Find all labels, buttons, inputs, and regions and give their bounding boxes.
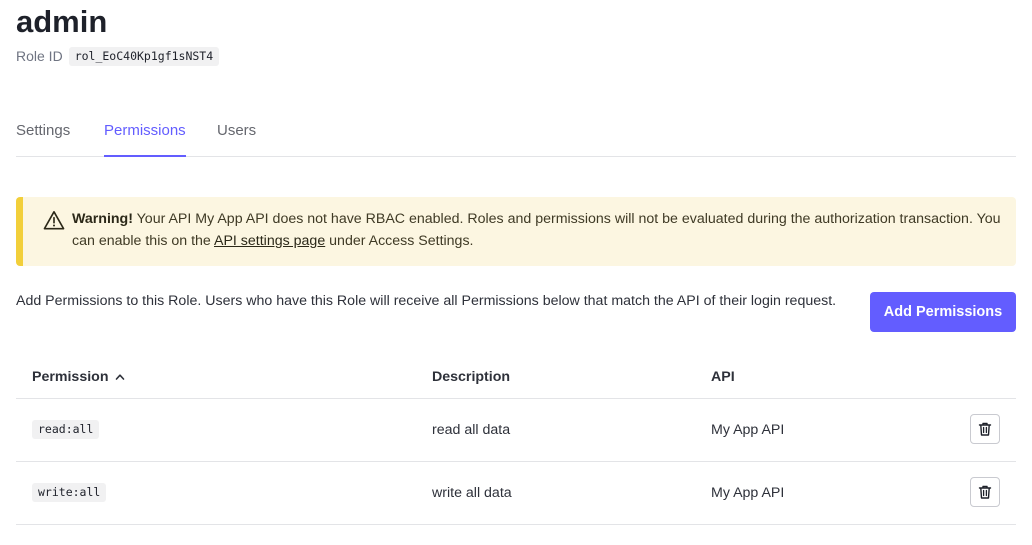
role-id-value: rol_EoC40Kp1gf1sNST4 <box>68 46 220 66</box>
warning-label: Warning! <box>72 211 133 227</box>
permission-header-label: Permission <box>32 369 109 385</box>
tab-settings[interactable]: Settings <box>16 122 70 156</box>
role-id-row: Role ID rol_EoC40Kp1gf1sNST4 <box>16 46 220 66</box>
sort-ascending-icon <box>115 374 124 380</box>
permission-value: write:all <box>32 483 107 502</box>
tab-permissions[interactable]: Permissions <box>104 122 186 157</box>
warning-text-after-link: under Access Settings. <box>325 233 474 249</box>
description-value: write all data <box>432 485 512 501</box>
tab-users[interactable]: Users <box>217 122 256 156</box>
api-settings-link[interactable]: API settings page <box>214 233 325 249</box>
tab-bar: Settings Permissions Users <box>16 114 1016 157</box>
description-value: read all data <box>432 422 511 438</box>
intro-text: Add Permissions to this Role. Users who … <box>16 293 837 309</box>
warning-triangle-icon <box>43 210 65 230</box>
add-permissions-button[interactable]: Add Permissions <box>870 292 1016 332</box>
permission-column-header[interactable]: Permission <box>32 369 125 385</box>
api-value: My App API <box>711 422 785 438</box>
trash-icon <box>978 422 992 436</box>
description-column-header: Description <box>432 369 511 385</box>
warning-text-before-link: Your API My App API does not have RBAC e… <box>72 211 1001 249</box>
api-value: My App API <box>711 485 785 501</box>
permissions-table: Permission Description API read:all read… <box>16 357 1016 525</box>
role-id-label: Role ID <box>16 48 63 64</box>
table-row: write:all write all data My App API <box>16 462 1016 525</box>
table-header: Permission Description API <box>16 357 1016 399</box>
delete-permission-button[interactable] <box>970 414 1000 444</box>
trash-icon <box>978 485 992 499</box>
delete-permission-button[interactable] <box>970 477 1000 507</box>
table-row: read:all read all data My App API <box>16 399 1016 462</box>
warning-message: Warning! Your API My App API does not ha… <box>72 208 1012 252</box>
api-column-header: API <box>711 369 735 385</box>
page-title: admin <box>16 4 108 39</box>
rbac-warning-banner: Warning! Your API My App API does not ha… <box>16 197 1016 266</box>
permission-value: read:all <box>32 420 100 439</box>
